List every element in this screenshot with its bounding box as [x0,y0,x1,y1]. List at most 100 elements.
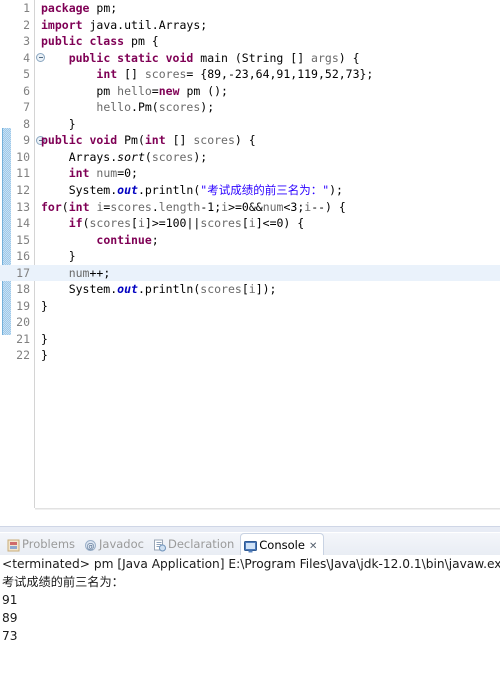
line-number: 18 [16,282,30,297]
code-token: scores [200,282,242,297]
code-line[interactable]: 21} [0,331,500,348]
code-line[interactable]: 11 int num=0; [0,165,500,182]
tab-declaration[interactable]: Declaration [150,533,234,555]
code-token: .println( [137,282,201,297]
code-line[interactable]: 15 continue; [0,232,500,249]
code-token: .println( [137,183,201,198]
line-number: 11 [16,166,30,181]
code-token: ]<=0) { [255,216,305,231]
code-token: [] [165,133,194,148]
code-line[interactable]: 13 for(int i=scores.length-1;i>=0&&num<3;… [0,199,500,216]
code-text: import java.util.Arrays; [41,17,207,34]
line-number: 12 [16,183,30,198]
code-token: -1; [200,199,222,214]
code-token: } [41,116,76,131]
code-token: ; [151,232,159,247]
tab-close-icon[interactable]: ✕ [309,541,317,552]
console-output-line: 91 [2,593,18,607]
code-line[interactable]: 12 System.out.println("考试成绩的前三名为："); [0,182,500,199]
panel-sash-divider[interactable] [0,526,500,533]
code-line[interactable]: 3 public class pm { [0,33,500,50]
code-text: num++; [41,265,111,282]
code-token: int [68,199,90,214]
code-token: i [248,216,256,231]
code-line[interactable]: 18 System.out.println(scores[i]); [0,281,500,298]
editor-bottom-frame [0,508,35,510]
svg-text:@: @ [87,542,95,551]
code-line[interactable]: 7 hello.Pm(scores); [0,99,500,116]
code-line[interactable]: 9 public void Pm(int [] scores) { [0,132,500,149]
tab-label: Problems [22,537,76,551]
tab-label: Declaration [167,537,235,551]
tab-problems[interactable]: Problems [4,533,75,555]
line-number: 7 [23,100,30,115]
code-line[interactable]: 10 Arrays.sort(scores); [0,149,500,166]
code-text: public void Pm(int [] scores) { [41,132,256,149]
line-number: 1 [23,1,30,15]
code-token: length [158,199,201,214]
code-line[interactable]: 19} [0,298,500,315]
line-number: 16 [16,249,30,264]
code-token: scores [193,133,235,148]
code-text: int num=0; [41,165,138,182]
code-lines-container[interactable]: 1 package pm; 2 import java.util.Arrays; 3 pu… [0,0,500,364]
java-source-editor[interactable]: 1 package pm; 2 import java.util.Arrays; 3 pu… [0,0,500,510]
code-token: scores [151,149,194,164]
code-text: } [41,116,76,133]
line-number: 19 [16,298,30,313]
line-number: 4 [23,50,30,65]
line-number: 22 [16,348,30,363]
code-token: i [248,282,256,297]
code-token: args [311,50,339,65]
line-number: 5 [23,67,30,82]
bottom-view-panel: Problems @ Javadoc Declaration Console ✕ <ter… [0,533,500,697]
view-tab-bar[interactable]: Problems @ Javadoc Declaration Console ✕ [0,533,500,555]
code-line[interactable]: 4 public static void main (String [] arg… [0,50,500,67]
code-text: System.out.println("考试成绩的前三名为："); [41,182,343,199]
code-token: for [41,199,62,214]
code-text: System.out.println(scores[i]); [41,281,277,298]
code-token: scores [89,216,132,231]
line-number: 17 [16,265,30,280]
code-token: out [117,183,138,198]
code-token: out [117,282,138,297]
code-line[interactable]: 14 if(scores[i]>=100||scores[i]<=0) { [0,215,500,232]
code-token: hello [117,83,152,98]
code-token: scores [158,100,201,115]
line-number: 3 [23,34,30,49]
console-output-area[interactable]: <terminated> pm [Java Application] E:\Pr… [0,555,500,697]
code-token: public class [41,34,132,49]
code-token: "考试成绩的前三名为：" [200,183,330,198]
line-number: 15 [16,232,30,247]
editor-horizontal-scrollbar[interactable]: ‹ [35,508,500,510]
code-token: if [68,216,83,231]
code-token: .Pm( [131,100,159,115]
code-line[interactable]: 16 } [0,248,500,265]
declaration-icon [153,537,166,552]
code-token: ); [193,149,208,164]
code-text: continue; [41,232,159,249]
code-token: pm { [131,34,159,49]
code-token: =0; [117,166,138,181]
code-token: ); [200,100,215,115]
tab-console[interactable]: Console ✕ [240,533,325,555]
code-token: public void [41,133,125,148]
code-line[interactable]: 5 int [] scores= {89,-23,64,91,119,52,73… [0,66,500,83]
code-line[interactable]: 1 package pm; [0,0,500,17]
code-line[interactable]: 6 pm hello=new pm (); [0,83,500,100]
code-token: --) { [311,199,346,214]
code-token: pm; [96,1,118,15]
code-line[interactable]: 17 num++; [0,264,500,282]
code-token: ( [82,216,90,231]
code-line[interactable]: 22} [0,347,500,364]
code-line[interactable]: 8 } [0,116,500,133]
code-line[interactable]: 2 import java.util.Arrays; [0,17,500,34]
tab-javadoc[interactable]: @ Javadoc [81,533,144,555]
line-number: 14 [16,216,30,231]
console-icon [244,538,258,553]
code-line[interactable]: 20 [0,314,500,331]
